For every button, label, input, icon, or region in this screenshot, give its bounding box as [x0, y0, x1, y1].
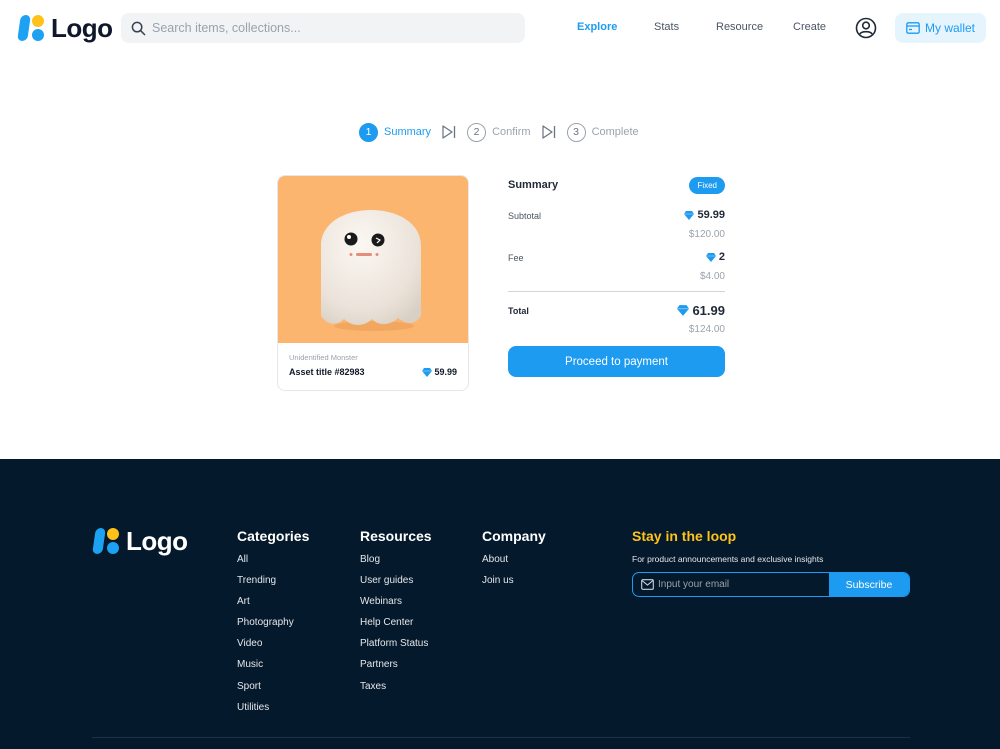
footer-link-music[interactable]: Music: [237, 658, 309, 679]
footer-link-user-guides[interactable]: User guides: [360, 574, 432, 595]
email-input[interactable]: [654, 573, 829, 596]
order-summary: Summary Fixed Subtotal 59.99 $120.00 Fee…: [508, 175, 725, 385]
logo[interactable]: Logo: [17, 13, 113, 43]
footer-link-webinars[interactable]: Webinars: [360, 595, 432, 616]
logo-mark-icon: [92, 527, 122, 555]
diamond-icon: [684, 210, 695, 220]
total-amount: 61.99: [692, 303, 725, 318]
fee-usd: $4.00: [699, 271, 725, 282]
asset-card[interactable]: Unidentified Monster Asset title #82983 …: [277, 175, 469, 391]
subscribe-button[interactable]: Subscribe: [829, 573, 909, 596]
nav-stats[interactable]: Stats: [654, 21, 679, 33]
nav-explore[interactable]: Explore: [577, 21, 617, 33]
footer-logo-text: Logo: [126, 526, 188, 556]
summary-title: Summary: [508, 179, 559, 191]
step-number: 1: [359, 122, 378, 142]
ghost-illustration: [321, 210, 421, 331]
checkout-stepper: 1 Summary 2 Confirm 3 Complete: [359, 121, 639, 143]
top-header: Logo Explore Stats Resource Create My wa…: [0, 0, 1000, 56]
user-circle-icon[interactable]: [855, 17, 877, 39]
footer-link-blog[interactable]: Blog: [360, 553, 432, 574]
asset-image: [278, 176, 468, 343]
asset-price: 59.99: [422, 367, 457, 377]
fee-row: Fee 2 $4.00: [508, 251, 725, 287]
footer-resources: Resources Blog User guides Webinars Help…: [360, 528, 432, 701]
footer-link-sport[interactable]: Sport: [237, 680, 309, 701]
nav-create[interactable]: Create: [793, 21, 826, 33]
footer-link-partners[interactable]: Partners: [360, 658, 432, 679]
step-number: 3: [566, 122, 586, 142]
step-complete[interactable]: 3 Complete: [566, 122, 639, 142]
newsletter-form: Subscribe: [632, 572, 910, 597]
step-confirm[interactable]: 2 Confirm: [467, 122, 531, 142]
envelope-icon: [641, 579, 654, 590]
diamond-icon: [705, 252, 716, 262]
footer-link-trending[interactable]: Trending: [237, 574, 309, 595]
resources-heading: Resources: [360, 528, 432, 544]
proceed-to-payment-button[interactable]: Proceed to payment: [508, 346, 725, 377]
footer-company: Company About Join us: [482, 528, 546, 595]
company-heading: Company: [482, 528, 546, 544]
asset-title: Asset title #82983: [289, 367, 365, 377]
subtotal-amount: 59.99: [697, 209, 725, 221]
search-bar[interactable]: [121, 13, 525, 43]
logo-text: Logo: [51, 13, 113, 43]
total-label: Total: [508, 306, 529, 316]
fee-label: Fee: [508, 253, 524, 263]
footer-link-help-center[interactable]: Help Center: [360, 616, 432, 637]
skip-forward-icon: [442, 125, 456, 139]
newsletter-subtitle: For product announcements and exclusive …: [632, 554, 824, 564]
categories-heading: Categories: [237, 528, 310, 544]
diamond-icon: [677, 305, 690, 316]
footer-link-utilities[interactable]: Utilities: [237, 701, 309, 722]
footer-link-art[interactable]: Art: [237, 595, 309, 616]
footer-link-platform-status[interactable]: Platform Status: [360, 637, 432, 658]
footer-link-taxes[interactable]: Taxes: [360, 680, 432, 701]
subtotal-row: Subtotal 59.99 $120.00: [508, 209, 725, 245]
site-footer: Logo Categories All Trending Art Photogr…: [0, 459, 1000, 749]
footer-divider: [92, 737, 910, 738]
footer-link-photography[interactable]: Photography: [237, 616, 309, 637]
search-icon: [131, 21, 146, 35]
total-row: Total 61.99 $124.00: [508, 303, 725, 339]
summary-divider: [508, 291, 725, 292]
diamond-icon: [422, 367, 433, 377]
subtotal-label: Subtotal: [508, 211, 542, 221]
search-input[interactable]: [152, 21, 512, 35]
total-value: 61.99: [677, 303, 725, 318]
asset-collection: Unidentified Monster: [289, 353, 358, 362]
wallet-label: My wallet: [924, 21, 975, 35]
step-label: Complete: [591, 126, 639, 138]
footer-categories: Categories All Trending Art Photography …: [237, 528, 309, 722]
nav-resource[interactable]: Resource: [716, 21, 763, 33]
footer-link-all[interactable]: All: [237, 553, 309, 574]
step-summary[interactable]: 1 Summary: [359, 122, 432, 142]
newsletter-heading: Stay in the loop: [632, 528, 737, 544]
fee-value: 2: [705, 251, 725, 263]
footer-link-join-us[interactable]: Join us: [482, 574, 546, 595]
step-number: 2: [467, 122, 487, 142]
skip-forward-icon: [541, 125, 555, 139]
wallet-icon: [906, 22, 920, 34]
fixed-badge: Fixed: [689, 176, 725, 194]
footer-link-about[interactable]: About: [482, 553, 546, 574]
my-wallet-button[interactable]: My wallet: [895, 13, 986, 43]
footer-logo[interactable]: Logo: [92, 526, 188, 556]
logo-mark-icon: [17, 14, 47, 42]
fee-amount: 2: [718, 251, 725, 263]
footer-link-video[interactable]: Video: [237, 637, 309, 658]
step-label: Summary: [384, 126, 432, 138]
subtotal-value: 59.99: [684, 209, 725, 221]
total-usd: $124.00: [688, 324, 725, 335]
subtotal-usd: $120.00: [688, 229, 725, 240]
asset-price-value: 59.99: [434, 367, 457, 377]
step-label: Confirm: [492, 126, 531, 138]
